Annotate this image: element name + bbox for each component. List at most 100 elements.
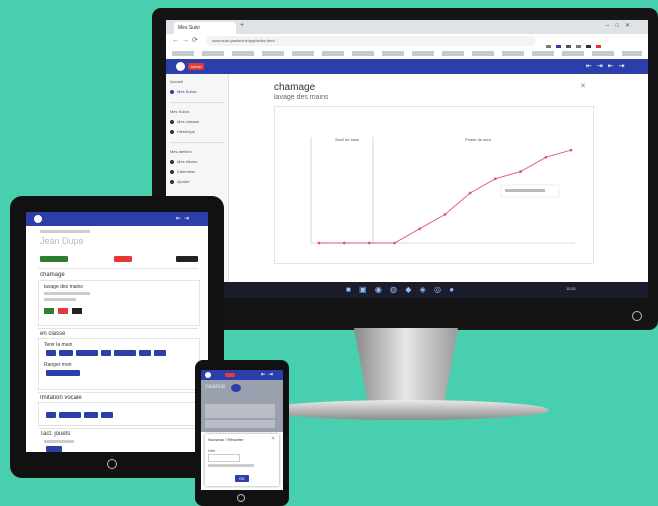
close-icon[interactable]: ✕ bbox=[271, 436, 275, 442]
page-title: Séance bbox=[205, 384, 226, 390]
close-icon[interactable]: ✕ bbox=[580, 82, 586, 90]
data-point[interactable] bbox=[519, 170, 522, 173]
app-logo[interactable] bbox=[34, 215, 42, 223]
home-button-icon[interactable] bbox=[107, 459, 117, 469]
chip-button[interactable] bbox=[46, 446, 62, 452]
data-point[interactable] bbox=[569, 148, 573, 152]
data-point[interactable] bbox=[393, 241, 396, 245]
sidebar-item-label: Calendrier bbox=[177, 169, 196, 174]
data-point[interactable] bbox=[494, 177, 497, 181]
line-chart: Seuil de base Phase de suivi bbox=[310, 137, 575, 245]
stepper-input[interactable] bbox=[208, 454, 240, 462]
chip-button[interactable] bbox=[114, 350, 136, 356]
new-tab-icon[interactable]: + bbox=[240, 22, 244, 29]
avatar[interactable] bbox=[231, 384, 241, 392]
option-text[interactable] bbox=[208, 464, 254, 467]
chip-button[interactable] bbox=[154, 350, 166, 356]
status-button-green[interactable] bbox=[40, 256, 68, 262]
sidebar-item-suivis[interactable]: Mes Suivis bbox=[170, 88, 226, 96]
chip-button[interactable] bbox=[101, 412, 113, 418]
sidebar-item-ajouter[interactable]: Ajouter bbox=[170, 178, 226, 186]
section-heading: Tact. jouets bbox=[40, 431, 71, 437]
goal-title: Tenir la main bbox=[44, 342, 73, 348]
system-tray-clock[interactable]: 10:31 bbox=[566, 286, 576, 291]
bookmark-items[interactable] bbox=[172, 51, 642, 56]
sidebar-item-historique[interactable]: Historique bbox=[170, 128, 226, 136]
sidebar-item-label: Mes classes bbox=[177, 119, 200, 124]
chip-button[interactable] bbox=[84, 412, 98, 418]
monitor-stand-neck bbox=[354, 328, 458, 404]
data-point[interactable] bbox=[443, 213, 447, 216]
section-heading: chamage bbox=[40, 272, 65, 278]
chip-button[interactable] bbox=[59, 412, 81, 418]
header-action-icons[interactable]: ⇤⇥ bbox=[176, 215, 192, 222]
sidebar-divider bbox=[170, 142, 224, 143]
data-point[interactable] bbox=[368, 241, 371, 245]
sidebar-item-label: Ajouter bbox=[177, 179, 190, 184]
bullet-icon bbox=[170, 179, 174, 184]
extension-icons[interactable] bbox=[546, 37, 642, 50]
breadcrumb[interactable] bbox=[40, 230, 90, 233]
app-logo[interactable] bbox=[205, 372, 211, 378]
header-action-icons[interactable]: ⇤⇥ bbox=[261, 371, 275, 378]
goal-meta bbox=[44, 440, 74, 443]
ok-button[interactable]: OK bbox=[235, 475, 249, 482]
app-header: Admin ⇤⇥⇤⇥ bbox=[166, 59, 648, 74]
data-point[interactable] bbox=[544, 155, 548, 159]
bullet-icon bbox=[170, 169, 174, 174]
chip-button[interactable] bbox=[46, 350, 56, 356]
chip-button[interactable] bbox=[76, 350, 98, 356]
screen-overlay: Séance bbox=[201, 380, 283, 432]
power-icon[interactable] bbox=[632, 311, 642, 321]
monitor-screen: Mes Suivi + –□✕ ←→⟳ www.suivi.pasteur.fr… bbox=[166, 20, 648, 298]
bullet-icon bbox=[170, 119, 174, 124]
page-title: chamage bbox=[274, 82, 316, 93]
sidebar-item-label: Mes élèves bbox=[177, 159, 198, 164]
sidebar-item-home[interactable]: Accueil bbox=[170, 78, 226, 86]
divider bbox=[38, 392, 198, 393]
fail-button[interactable] bbox=[58, 308, 68, 314]
page-subtitle: lavage des mains bbox=[274, 94, 329, 101]
chip-button[interactable] bbox=[101, 350, 111, 356]
sidebar-item-ateliers[interactable]: Mes ateliers bbox=[170, 148, 226, 156]
os-taskbar: ■ ▣ ◉ ◍ ◆ ◈ ◎ ● 10:31 bbox=[166, 282, 648, 298]
browser-tab[interactable]: Mes Suivi bbox=[174, 22, 236, 34]
sidebar-item-label: Historique bbox=[177, 129, 196, 134]
chip-button[interactable] bbox=[46, 412, 56, 418]
section-heading: Imitation vocale bbox=[40, 395, 82, 401]
data-point[interactable] bbox=[468, 191, 472, 195]
app-logo[interactable] bbox=[176, 62, 185, 71]
tablet-app-header: ⇤⇥ bbox=[26, 212, 208, 226]
data-point[interactable] bbox=[342, 241, 346, 245]
chip-button[interactable] bbox=[46, 370, 80, 376]
student-name: Jean Dupe bbox=[40, 236, 84, 246]
back-forward-icons[interactable]: ←→⟳ bbox=[172, 36, 201, 44]
sidebar-item-suivis-2[interactable]: Mes Suivis bbox=[170, 108, 226, 116]
sidebar-item-classes[interactable]: Mes classes bbox=[170, 118, 226, 126]
skip-button[interactable] bbox=[72, 308, 82, 314]
status-button-red[interactable] bbox=[114, 256, 132, 262]
sidebar-divider bbox=[170, 102, 224, 103]
data-point[interactable] bbox=[317, 241, 321, 245]
header-action-icons[interactable]: ⇤⇥⇤⇥ bbox=[586, 62, 629, 70]
chip-button[interactable] bbox=[59, 350, 73, 356]
home-button-icon[interactable] bbox=[237, 494, 245, 502]
taskbar-app-icons[interactable]: ■ ▣ ◉ ◍ ◆ ◈ ◎ ● bbox=[346, 285, 457, 294]
chip-button[interactable] bbox=[139, 350, 151, 356]
status-button-dark[interactable] bbox=[176, 256, 198, 262]
divider bbox=[38, 428, 198, 429]
divider bbox=[38, 268, 198, 269]
app-badge: Admin bbox=[188, 63, 204, 70]
sidebar-item-calendrier[interactable]: Calendrier bbox=[170, 168, 226, 176]
chart-card: Seuil de base Phase de suivi bbox=[274, 106, 594, 264]
sidebar-item-eleves[interactable]: Mes élèves bbox=[170, 158, 226, 166]
dimmed-card bbox=[205, 404, 275, 418]
phone-screen: ⇤⇥ Séance Nouveau / Résumer ✕ Hier OK bbox=[201, 370, 283, 490]
success-button[interactable] bbox=[44, 308, 54, 314]
goal-meta bbox=[44, 292, 90, 295]
data-point[interactable] bbox=[418, 227, 422, 231]
address-bar[interactable]: www.suivi.pasteur.fr/app/index.html bbox=[206, 36, 536, 46]
dimmed-card bbox=[205, 420, 275, 428]
monitor-stand-base bbox=[265, 400, 549, 420]
window-controls[interactable]: –□✕ bbox=[606, 22, 636, 29]
